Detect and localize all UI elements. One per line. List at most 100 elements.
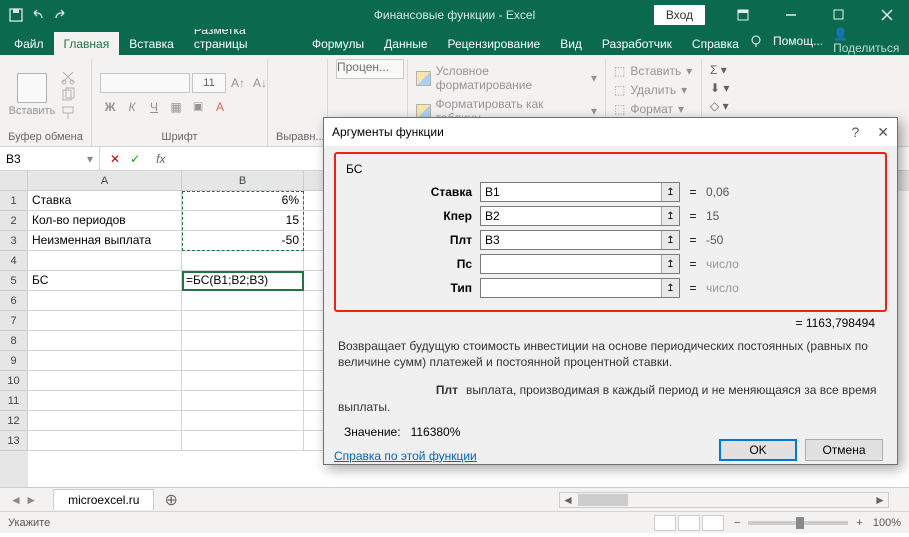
cell[interactable]: 15	[182, 211, 304, 231]
collapse-ref-icon[interactable]: ↥	[661, 183, 679, 201]
row-header[interactable]: 12	[0, 411, 28, 431]
tell-me[interactable]: Помощ...	[773, 34, 823, 48]
cell[interactable]	[182, 311, 304, 331]
underline-button[interactable]: Ч	[144, 97, 164, 117]
clear-icon[interactable]: ◇ ▾	[710, 99, 754, 113]
name-box[interactable]: B3▾	[0, 147, 100, 170]
arg-input-nper[interactable]	[480, 206, 680, 226]
fill-icon[interactable]: ⬇ ▾	[710, 81, 754, 95]
font-color-icon[interactable]: A	[210, 97, 230, 117]
row-header[interactable]: 6	[0, 291, 28, 311]
row-header[interactable]: 1	[0, 191, 28, 211]
arg-input-rate[interactable]	[480, 182, 680, 202]
help-icon[interactable]: ?	[851, 124, 859, 141]
row-header[interactable]: 3	[0, 231, 28, 251]
grow-font-icon[interactable]: A↑	[228, 73, 248, 93]
ribbon-options-icon[interactable]	[721, 0, 765, 29]
fill-color-icon[interactable]: 🞕	[188, 97, 208, 117]
cell[interactable]	[28, 331, 182, 351]
cell[interactable]: БС	[28, 271, 182, 291]
tab-insert[interactable]: Вставка	[119, 32, 184, 55]
cell[interactable]: Неизменная выплата	[28, 231, 182, 251]
cell[interactable]	[182, 391, 304, 411]
italic-button[interactable]: К	[122, 97, 142, 117]
zoom-slider[interactable]	[748, 521, 848, 525]
bold-button[interactable]: Ж	[100, 97, 120, 117]
col-header[interactable]: B	[182, 171, 304, 191]
font-size-box[interactable]: 11	[192, 73, 226, 93]
cell[interactable]	[28, 431, 182, 451]
row-header[interactable]: 8	[0, 331, 28, 351]
arg-input-pv[interactable]	[480, 254, 680, 274]
undo-icon[interactable]	[30, 7, 46, 23]
save-icon[interactable]	[8, 7, 24, 23]
enter-formula-icon[interactable]: ✓	[130, 152, 140, 166]
cell[interactable]	[28, 411, 182, 431]
cell[interactable]	[28, 251, 182, 271]
cut-icon[interactable]	[60, 69, 76, 85]
tab-home[interactable]: Главная	[54, 32, 120, 55]
autosum-icon[interactable]: Σ ▾	[710, 63, 754, 77]
select-all-corner[interactable]	[0, 171, 28, 191]
cancel-formula-icon[interactable]: ✕	[110, 152, 120, 166]
zoom-in-icon[interactable]: +	[856, 517, 862, 529]
col-header[interactable]: A	[28, 171, 182, 191]
arg-input-type[interactable]	[480, 278, 680, 298]
delete-cells-button[interactable]: ⬚ Удалить ▾	[614, 82, 693, 98]
cancel-button[interactable]: Отмена	[805, 439, 883, 461]
row-header[interactable]: 4	[0, 251, 28, 271]
tab-developer[interactable]: Разработчик	[592, 32, 682, 55]
format-cells-button[interactable]: ⬚ Формат ▾	[614, 101, 693, 117]
sheet-nav[interactable]: ◄ ►	[0, 493, 47, 507]
tab-file[interactable]: Файл	[4, 32, 54, 55]
font-name-box[interactable]	[100, 73, 190, 93]
row-header[interactable]: 5	[0, 271, 28, 291]
collapse-ref-icon[interactable]: ↥	[661, 255, 679, 273]
minimize-icon[interactable]	[769, 0, 813, 29]
tab-data[interactable]: Данные	[374, 32, 437, 55]
cell[interactable]	[28, 371, 182, 391]
row-header[interactable]: 9	[0, 351, 28, 371]
cell[interactable]	[182, 411, 304, 431]
collapse-ref-icon[interactable]: ↥	[661, 207, 679, 225]
cell[interactable]: Кол-во периодов	[28, 211, 182, 231]
chevron-down-icon[interactable]: ▾	[87, 152, 93, 166]
cell[interactable]	[28, 351, 182, 371]
lightbulb-icon[interactable]	[749, 34, 763, 48]
shrink-font-icon[interactable]: A↓	[250, 73, 270, 93]
signin-button[interactable]: Вход	[654, 5, 705, 25]
conditional-formatting-button[interactable]: Условное форматирование ▾	[416, 63, 597, 93]
cell[interactable]	[182, 251, 304, 271]
fx-icon[interactable]: fx	[150, 152, 171, 166]
horizontal-scrollbar[interactable]: ◄►	[559, 492, 889, 508]
collapse-ref-icon[interactable]: ↥	[661, 231, 679, 249]
tab-view[interactable]: Вид	[550, 32, 592, 55]
cell[interactable]	[182, 431, 304, 451]
zoom-out-icon[interactable]: −	[734, 517, 740, 529]
dialog-close-icon[interactable]: ✕	[877, 124, 889, 141]
add-sheet-icon[interactable]: ⊕	[154, 490, 187, 510]
cell[interactable]	[182, 291, 304, 311]
row-header[interactable]: 10	[0, 371, 28, 391]
redo-icon[interactable]	[52, 7, 68, 23]
cell[interactable]: -50	[182, 231, 304, 251]
cell[interactable]: =БС(B1;B2;B3)	[182, 271, 304, 291]
ok-button[interactable]: OK	[719, 439, 797, 461]
tab-help[interactable]: Справка	[682, 32, 749, 55]
cell[interactable]	[182, 331, 304, 351]
page-break-icon[interactable]	[702, 515, 724, 531]
cell[interactable]	[182, 371, 304, 391]
cell[interactable]	[182, 351, 304, 371]
insert-cells-button[interactable]: ⬚ Вставить ▾	[614, 63, 693, 79]
row-header[interactable]: 7	[0, 311, 28, 331]
dialog-titlebar[interactable]: Аргументы функции ?✕	[324, 118, 897, 146]
function-help-link[interactable]: Справка по этой функции	[334, 449, 477, 463]
number-format-box[interactable]: Процен...	[336, 59, 404, 79]
tab-review[interactable]: Рецензирование	[438, 32, 551, 55]
share-button[interactable]: 👤 Поделиться	[833, 27, 901, 55]
cell[interactable]: Ставка	[28, 191, 182, 211]
paste-button[interactable]: Вставить	[8, 59, 56, 131]
cell[interactable]	[28, 291, 182, 311]
sheet-tab[interactable]: microexcel.ru	[53, 489, 154, 510]
collapse-ref-icon[interactable]: ↥	[661, 279, 679, 297]
